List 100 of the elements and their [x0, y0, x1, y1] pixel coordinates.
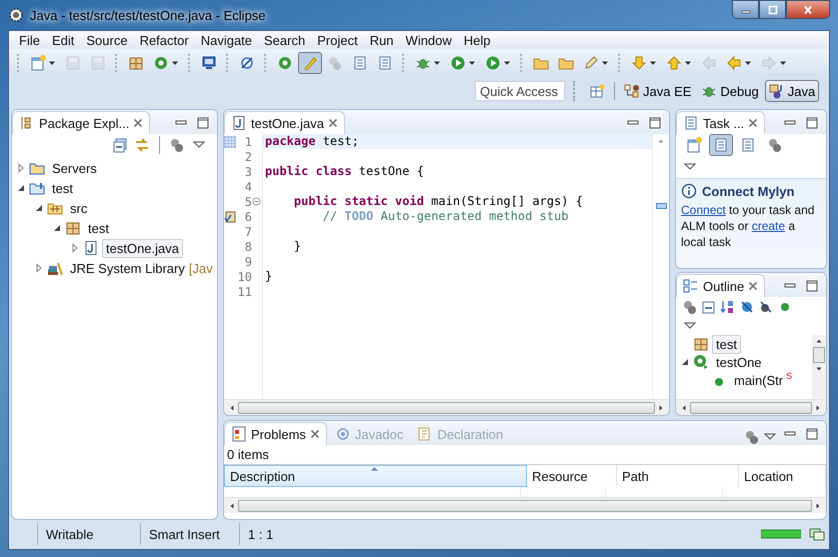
scheduled-list-icon — [740, 137, 756, 153]
collapse-all-icon[interactable] — [112, 137, 128, 153]
view-tab[interactable]: Task ... — [676, 111, 766, 134]
column-header[interactable]: Path — [617, 465, 739, 487]
menu-item[interactable]: Navigate — [194, 32, 258, 48]
windows-icon[interactable] — [809, 526, 825, 542]
link-arrows-icon[interactable] — [134, 137, 150, 153]
view-tab[interactable]: Problems — [224, 422, 327, 445]
scroll-left-icon[interactable] — [680, 404, 688, 412]
tab-label: Package Expl... — [39, 116, 130, 130]
line-number: 6 — [244, 210, 252, 224]
hide-fields-icon[interactable] — [739, 298, 755, 314]
view-tab[interactable]: Outline — [676, 274, 766, 297]
close-button[interactable] — [786, 0, 830, 19]
maximize-icon[interactable] — [196, 116, 210, 130]
code-line: } — [292, 239, 302, 253]
menu-item[interactable]: Help — [458, 32, 497, 48]
scroll-up-icon[interactable] — [815, 337, 823, 345]
collapsed-arrow-icon[interactable] — [70, 243, 80, 253]
horizontal-scrollbar[interactable] — [224, 399, 669, 415]
tree-item[interactable]: Servers — [48, 158, 101, 178]
column-header[interactable]: Location — [739, 465, 826, 487]
toolbar-button[interactable] — [298, 52, 322, 74]
status-field: 1 : 1 — [239, 523, 288, 545]
maximize-icon[interactable] — [805, 116, 819, 130]
scroll-left-icon[interactable] — [228, 404, 236, 412]
expanded-arrow-icon[interactable] — [34, 203, 44, 213]
close-icon[interactable] — [748, 281, 758, 291]
menu-item[interactable]: Search — [258, 32, 312, 48]
menu-item[interactable]: Run — [364, 32, 400, 48]
tree-item[interactable]: main(Str — [730, 370, 788, 390]
collapse-icon[interactable] — [252, 197, 261, 206]
up-arrow-icon — [666, 54, 682, 70]
column-header[interactable]: Description — [224, 465, 527, 487]
expanded-arrow-icon[interactable] — [680, 357, 690, 367]
close-icon[interactable] — [328, 118, 338, 128]
menu-item[interactable]: Window — [400, 32, 458, 48]
perspective-button[interactable]: Java — [764, 80, 820, 102]
menu-item[interactable]: Edit — [46, 32, 80, 48]
gears-icon[interactable] — [169, 137, 185, 153]
gears-icon[interactable] — [744, 429, 760, 445]
scroll-left-icon[interactable] — [228, 502, 236, 510]
expanded-arrow-icon[interactable] — [52, 223, 62, 233]
expanded-arrow-icon[interactable] — [16, 183, 26, 193]
maximize-icon[interactable] — [648, 116, 662, 130]
scroll-right-icon[interactable] — [814, 404, 822, 412]
perspective-button[interactable]: Debug — [697, 80, 763, 102]
line-number: 1 — [244, 134, 252, 148]
outline-icon — [683, 278, 699, 294]
horizontal-scrollbar[interactable] — [676, 399, 826, 415]
new-task-icon — [686, 137, 702, 153]
package-icon — [128, 54, 144, 70]
sort-arrow-icon — [370, 466, 379, 472]
link[interactable]: Connect — [681, 203, 726, 217]
close-icon[interactable] — [133, 118, 144, 128]
crossed-circle-icon — [239, 54, 255, 70]
line-number: 11 — [236, 284, 252, 298]
menu-item[interactable]: Refactor — [134, 32, 195, 48]
close-icon[interactable] — [310, 429, 320, 439]
maximize-icon[interactable] — [805, 279, 819, 293]
menu-item[interactable]: File — [13, 32, 46, 48]
menu-item[interactable]: Source — [80, 32, 134, 48]
collapsed-arrow-icon[interactable] — [34, 263, 44, 273]
quick-access-field[interactable]: Quick Access — [475, 81, 565, 101]
tree-item[interactable]: test — [84, 218, 113, 238]
maximize-button[interactable] — [759, 0, 786, 19]
horizontal-scrollbar[interactable] — [224, 497, 826, 513]
column-header[interactable]: Resource — [527, 465, 617, 487]
gears-icon — [767, 137, 783, 153]
vertical-scrollbar[interactable] — [812, 335, 826, 399]
overview-marker[interactable] — [656, 203, 666, 209]
menu-item[interactable]: Project — [311, 32, 364, 48]
close-icon[interactable] — [748, 118, 758, 128]
gears-icon[interactable] — [682, 298, 698, 314]
minimize-button[interactable] — [732, 0, 759, 19]
hide-static-icon[interactable] — [758, 298, 774, 314]
tree-item[interactable]: testOne.java — [102, 238, 183, 258]
tree-item[interactable]: src — [66, 198, 92, 218]
sort-icon[interactable] — [720, 298, 736, 314]
new-file-icon — [30, 54, 46, 70]
monitor-icon — [201, 54, 217, 70]
line-number: 10 — [236, 270, 252, 284]
maximize-icon[interactable] — [805, 427, 819, 441]
scroll-right-icon[interactable] — [657, 404, 665, 412]
scroll-down-icon[interactable] — [815, 365, 823, 373]
progress-meter-icon — [761, 529, 801, 539]
tree-item[interactable]: test — [48, 178, 77, 198]
view-tab[interactable]: Package Expl... — [12, 111, 150, 134]
editor-tab[interactable]: testOne.java — [224, 111, 345, 134]
collapse-all-icon[interactable] — [701, 298, 717, 314]
link[interactable]: create — [752, 219, 786, 233]
tree-item[interactable]: testOne — [712, 352, 766, 372]
perspective-button[interactable]: Java EE — [620, 80, 696, 102]
tree-item[interactable]: test — [712, 335, 741, 354]
line-number: 7 — [244, 224, 252, 238]
scroll-right-icon[interactable] — [814, 502, 822, 510]
tree-item[interactable]: JRE System Library — [66, 258, 189, 278]
toolbar-button[interactable] — [709, 134, 733, 156]
banner-title: Connect Mylyn — [702, 184, 794, 198]
collapsed-arrow-icon[interactable] — [16, 163, 26, 173]
